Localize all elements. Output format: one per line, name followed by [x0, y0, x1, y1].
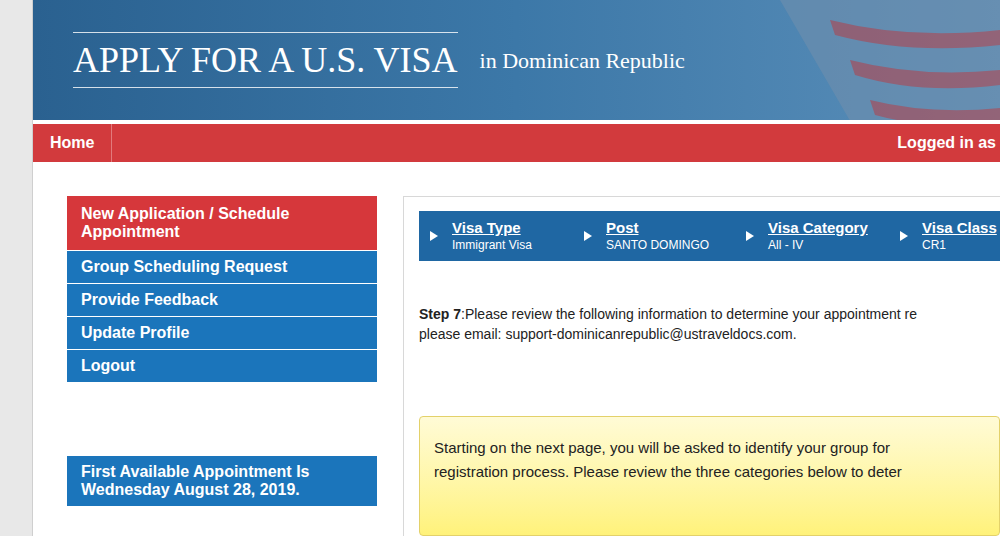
site-title: APPLY FOR A U.S. VISA — [73, 32, 458, 88]
body: New Application / Schedule AppointmentGr… — [33, 162, 1000, 536]
flag-icon — [740, 0, 1000, 120]
instructions: Step 7:Please review the following infor… — [419, 304, 1000, 344]
breadcrumb-step: Visa TypeImmigrant Visa — [430, 219, 584, 253]
sidebar-item[interactable]: Provide Feedback — [67, 284, 377, 316]
header-banner: APPLY FOR A U.S. VISA in Dominican Republ… — [33, 0, 1000, 120]
arrow-icon — [746, 231, 754, 241]
page: APPLY FOR A U.S. VISA in Dominican Republ… — [0, 0, 1000, 536]
breadcrumb-step: Visa ClassCR1 — [900, 219, 1000, 253]
breadcrumb-bar: Visa TypeImmigrant VisaPostSANTO DOMINGO… — [419, 211, 1000, 261]
first-available-box: First Available Appointment IsWednesday … — [67, 456, 377, 506]
arrow-icon — [430, 231, 438, 241]
sidebar-item[interactable]: Update Profile — [67, 317, 377, 349]
sidebar: New Application / Schedule AppointmentGr… — [67, 196, 377, 536]
notice-box: Starting on the next page, you will be a… — [419, 416, 1000, 536]
arrow-icon — [584, 231, 592, 241]
left-margin — [0, 0, 33, 536]
sidebar-item[interactable]: Group Scheduling Request — [67, 251, 377, 283]
breadcrumb-step: Visa CategoryAll - IV — [746, 219, 900, 253]
main: APPLY FOR A U.S. VISA in Dominican Republ… — [33, 0, 1000, 536]
nav-bar: Home Logged in as — [33, 124, 1000, 162]
sidebar-item[interactable]: New Application / Schedule Appointment — [67, 196, 377, 250]
content-panel: Visa TypeImmigrant VisaPostSANTO DOMINGO… — [403, 196, 1000, 536]
user-status: Logged in as — [897, 131, 1000, 155]
breadcrumb-step: PostSANTO DOMINGO — [584, 219, 746, 253]
home-link[interactable]: Home — [33, 124, 112, 162]
sidebar-item[interactable]: Logout — [67, 350, 377, 382]
arrow-icon — [900, 231, 908, 241]
site-subtitle: in Dominican Republic — [480, 44, 685, 77]
